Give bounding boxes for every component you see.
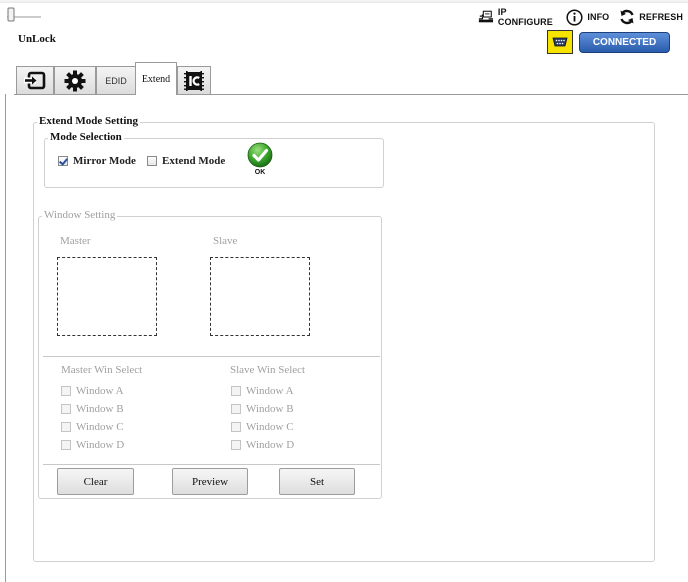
info-button[interactable]: INFO [566, 8, 614, 26]
ic-chip-icon [184, 70, 204, 91]
master-window-b-check-box[interactable] [61, 404, 71, 414]
master-window-d-label: Window D [76, 439, 125, 451]
refresh-button[interactable]: REFRESH [619, 9, 688, 25]
master-window-a-checkbox[interactable]: Window A [61, 385, 124, 397]
gear-icon [64, 70, 86, 91]
master-window-c-checkbox[interactable]: Window C [61, 421, 124, 433]
slave-window-a-check-box[interactable] [231, 386, 241, 396]
tab-panel-border [14, 94, 688, 95]
info-label: INFO [587, 12, 610, 22]
mirror-mode-label: Mirror Mode [73, 155, 136, 167]
mode-selection-title: Mode Selection [48, 131, 124, 143]
window-setting-title: Window Setting [42, 209, 118, 221]
serial-port-button[interactable] [547, 30, 573, 54]
slave-window-d-check-box[interactable] [231, 440, 241, 450]
ip-configure-button[interactable]: IP CONFIGURE [478, 7, 561, 27]
slave-window-d-label: Window D [246, 439, 295, 451]
master-window-c-label: Window C [76, 421, 124, 433]
info-icon [566, 8, 583, 26]
master-window-a-check-box[interactable] [61, 386, 71, 396]
set-button[interactable]: Set [279, 468, 355, 495]
refresh-label: REFRESH [639, 12, 683, 22]
master-window-c-check-box[interactable] [61, 422, 71, 432]
tab-extend-label: Extend [141, 73, 171, 85]
mirror-mode-check-box[interactable] [58, 156, 68, 166]
slave-window-a-checkbox[interactable]: Window A [231, 385, 294, 397]
master-label: Master [60, 235, 91, 247]
ok-button[interactable]: OK [245, 142, 275, 180]
slave-win-select-title: Slave Win Select [230, 364, 306, 376]
ip-configure-label: IP CONFIGURE [497, 7, 553, 27]
slave-window-c-checkbox[interactable]: Window C [231, 421, 294, 433]
window-divider-top [43, 356, 380, 357]
slave-window-c-label: Window C [246, 421, 294, 433]
slave-label: Slave [213, 235, 238, 247]
extend-mode-check-box[interactable] [147, 156, 157, 166]
slave-window-d-checkbox[interactable]: Window D [231, 439, 294, 451]
tab-settings[interactable] [54, 66, 96, 94]
tab-edid[interactable]: EDID [96, 66, 136, 94]
master-window-d-check-box[interactable] [61, 440, 71, 450]
window-divider-bottom [43, 464, 380, 465]
mirror-mode-checkbox[interactable]: Mirror Mode [58, 155, 136, 167]
slave-window-preview [210, 257, 310, 336]
title-strip [0, 0, 688, 3]
tab-edid-label: EDID [105, 75, 127, 86]
master-window-b-label: Window B [76, 403, 124, 415]
extend-mode-checkbox[interactable]: Extend Mode [147, 155, 225, 167]
master-window-a-label: Window A [76, 385, 124, 397]
clear-button[interactable]: Clear [57, 468, 134, 495]
master-window-d-checkbox[interactable]: Window D [61, 439, 124, 451]
ok-label: OK [254, 169, 266, 176]
extend-mode-title: Extend Mode Setting [37, 115, 140, 127]
tab-input[interactable] [16, 66, 54, 94]
lock-status-label: UnLock [18, 33, 56, 45]
master-win-select-title: Master Win Select [61, 364, 143, 376]
input-icon [24, 71, 46, 89]
lock-slider[interactable] [5, 7, 43, 23]
slave-window-a-label: Window A [246, 385, 294, 397]
master-window-b-checkbox[interactable]: Window B [61, 403, 124, 415]
slave-window-b-label: Window B [246, 403, 294, 415]
master-window-preview [57, 257, 157, 336]
ok-check-icon [247, 142, 273, 168]
slave-window-b-check-box[interactable] [231, 404, 241, 414]
slider-icon [7, 7, 41, 22]
extend-mode-label: Extend Mode [162, 155, 226, 167]
serial-port-icon [552, 37, 568, 47]
refresh-icon [620, 9, 634, 25]
tab-extend[interactable]: Extend [135, 62, 177, 95]
slave-window-c-check-box[interactable] [231, 422, 241, 432]
tab-ic[interactable] [177, 66, 211, 94]
connection-status-button[interactable]: CONNECTED [579, 32, 670, 53]
window-left-border [5, 94, 6, 582]
slave-window-b-checkbox[interactable]: Window B [231, 403, 294, 415]
preview-button[interactable]: Preview [172, 468, 248, 495]
top-actions: IP CONFIGURE INFO REFRESH [478, 7, 688, 27]
network-icon [478, 10, 494, 23]
